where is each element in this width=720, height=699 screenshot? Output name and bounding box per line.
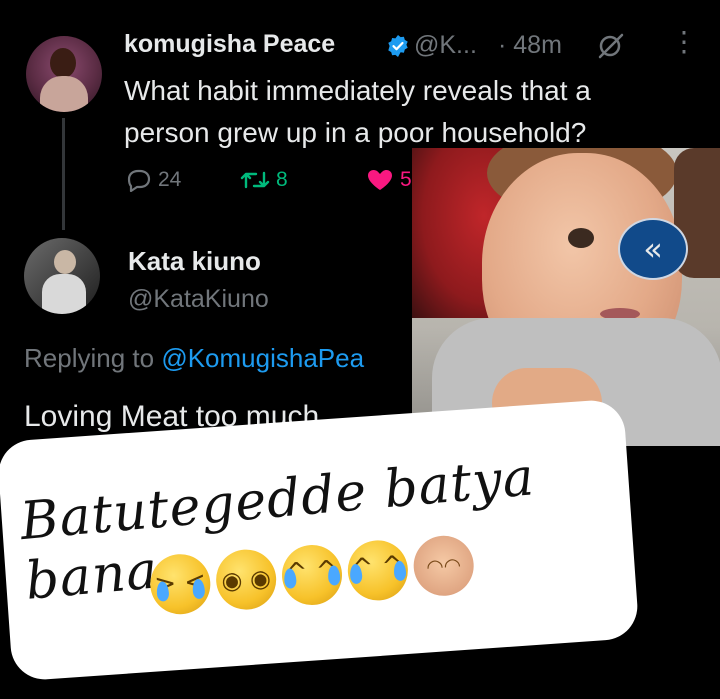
grok-icon[interactable] xyxy=(596,33,626,59)
person-gesturing-ok-icon: ◠◠ xyxy=(411,533,476,598)
collapse-button[interactable]: « xyxy=(618,218,688,280)
reply-author-handle[interactable]: @KataKiuno xyxy=(128,285,269,314)
crying-face-icon: > < xyxy=(148,552,213,617)
reply-icon xyxy=(127,169,151,192)
replying-to: Replying to @KomugishaPea xyxy=(24,343,364,374)
retweet-count: 8 xyxy=(276,168,288,191)
verified-badge-icon xyxy=(388,35,408,57)
tears-of-joy-face-icon: ^ ^ xyxy=(279,542,345,608)
thread-line xyxy=(62,118,65,230)
tweet-time[interactable]: · 48m xyxy=(498,31,562,60)
tweet-text: What habit immediately reveals that a pe… xyxy=(124,75,591,148)
replying-mention-link[interactable]: @KomugishaPea xyxy=(161,343,364,373)
author-handle[interactable]: @K... xyxy=(414,31,477,60)
like-button[interactable]: 5 xyxy=(366,168,412,192)
reply-author-avatar[interactable] xyxy=(24,238,100,314)
retweet-icon xyxy=(240,171,270,189)
retweet-button[interactable]: 8 xyxy=(240,168,288,192)
like-count: 5 xyxy=(400,168,412,191)
reply-count: 24 xyxy=(158,168,182,191)
replying-label: Replying to xyxy=(24,343,155,373)
tears-of-joy-face-icon: ^ ^ xyxy=(345,538,410,603)
author-name[interactable]: komugisha Peace xyxy=(124,30,335,59)
author-avatar[interactable] xyxy=(26,36,102,112)
more-options-icon[interactable]: ⋮ xyxy=(670,28,698,56)
reply-author-name[interactable]: Kata kiuno xyxy=(128,246,261,277)
heart-icon xyxy=(368,170,392,190)
pleading-face-icon: ◉ ◉ xyxy=(214,547,279,612)
reply-button[interactable]: 24 xyxy=(126,168,181,192)
